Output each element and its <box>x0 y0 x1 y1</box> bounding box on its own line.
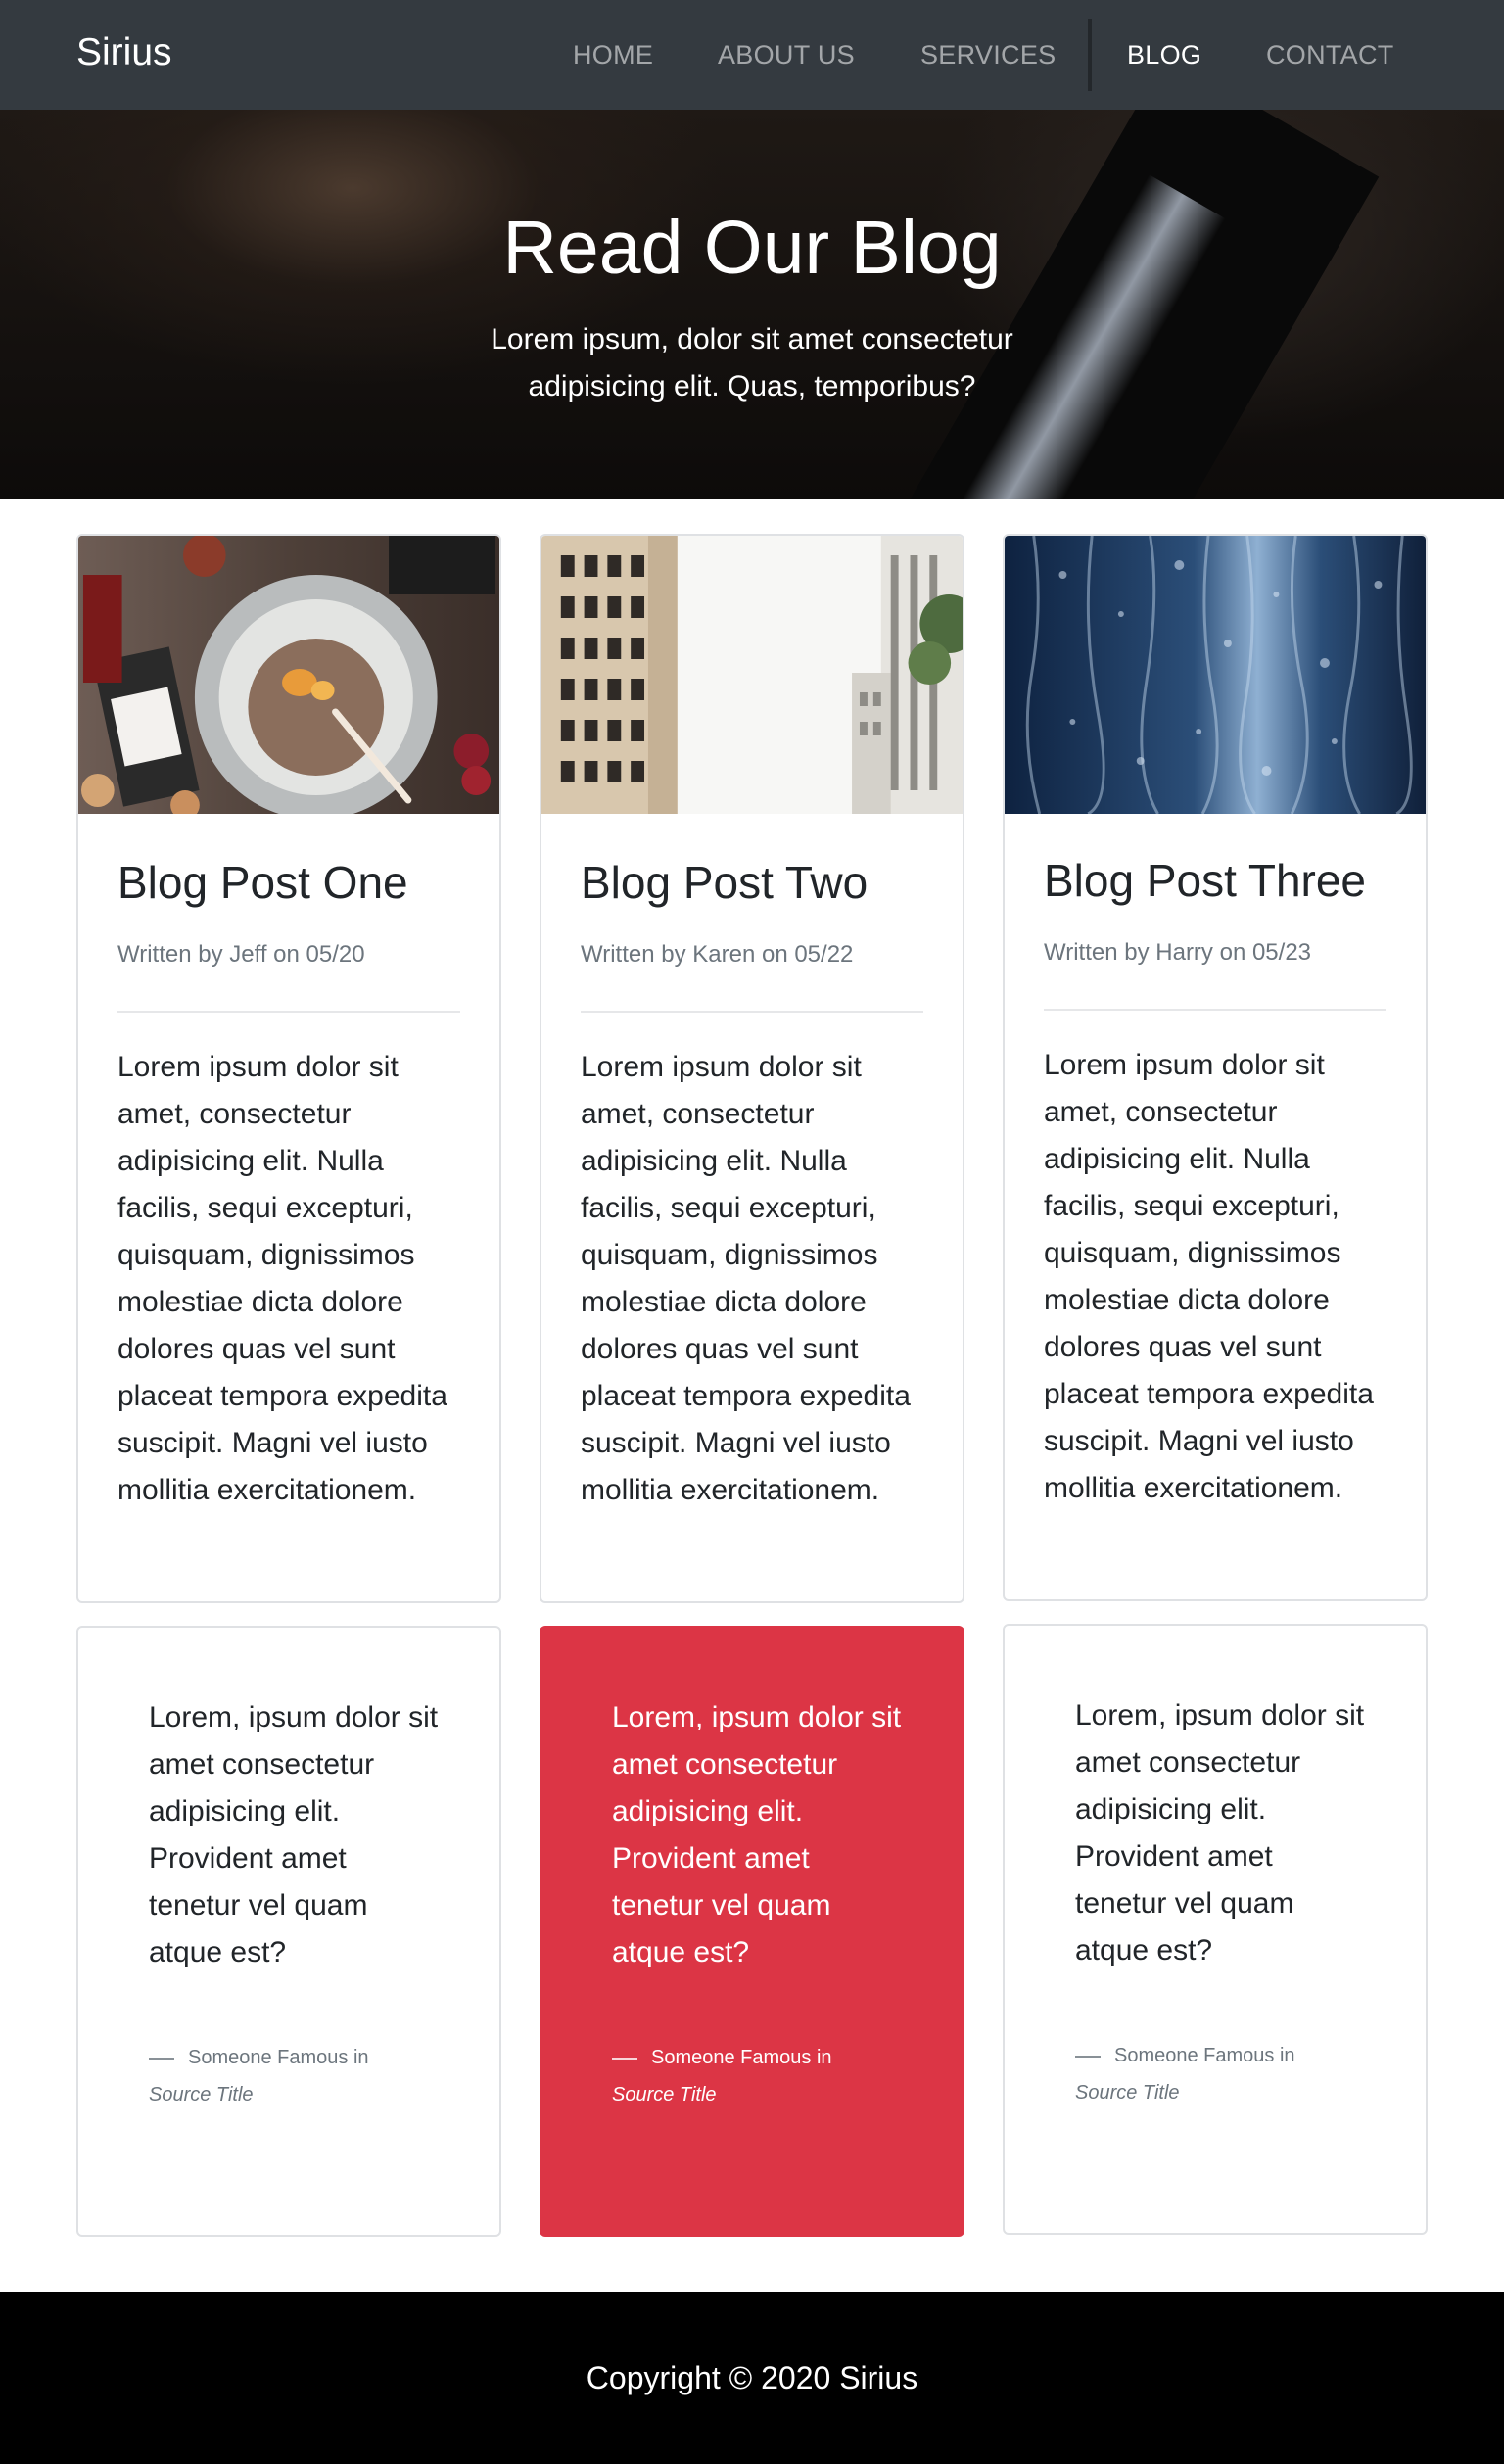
quote-author: Someone Famous in <box>1114 2045 1295 2066</box>
hero-banner: Read Our Blog Lorem ipsum, dolor sit ame… <box>0 110 1504 499</box>
rain-window-image <box>1005 536 1426 814</box>
baking-bowl-image <box>78 536 499 814</box>
nav-link-home[interactable]: HOME <box>573 36 653 73</box>
quote-source: Source Title <box>612 2084 717 2106</box>
blog-card: Blog Post Two Written by Karen on 05/22 … <box>540 534 964 1603</box>
nav-link-blog[interactable]: BLOG <box>1127 36 1201 73</box>
hero-title: Read Our Blog <box>502 206 1002 290</box>
quote-source: Source Title <box>149 2084 254 2106</box>
nav-link-about-us[interactable]: ABOUT US <box>718 36 855 73</box>
divider <box>118 1011 460 1013</box>
quote-card: Lorem, ipsum dolor sit amet consectetur … <box>76 1626 501 2237</box>
navbar: Sirius HOME ABOUT US SERVICES BLOG CONTA… <box>0 0 1504 110</box>
blog-post-body: Lorem ipsum dolor sit amet, consectetur … <box>118 1051 447 1506</box>
quote-author: Someone Famous in <box>188 2047 369 2068</box>
nav-divider <box>1088 19 1092 91</box>
blog-card: Blog Post Three Written by Harry on 05/2… <box>1003 534 1428 1601</box>
quote-dash <box>1075 2055 1101 2058</box>
blog-post-title: Blog Post Three <box>1044 855 1367 906</box>
quote-text: Lorem, ipsum dolor sit amet consectetur … <box>612 1701 902 1968</box>
quote-card: Lorem, ipsum dolor sit amet consectetur … <box>1003 1624 1428 2235</box>
hero-subtitle: Lorem ipsum, dolor sit amet consectetur … <box>491 323 1013 403</box>
brand-logo-link[interactable]: Sirius <box>76 29 172 76</box>
blog-post-body: Lorem ipsum dolor sit amet, consectetur … <box>581 1051 911 1506</box>
quote-dash <box>149 2057 174 2060</box>
quote-text: Lorem, ipsum dolor sit amet consectetur … <box>149 1701 439 1968</box>
divider <box>1044 1009 1386 1011</box>
divider <box>581 1011 923 1013</box>
blog-post-title: Blog Post Two <box>581 857 869 908</box>
quote-attribution: Someone Famous in Source Title <box>612 2039 906 2113</box>
page-footer: Copyright © 2020 Sirius <box>0 2292 1504 2464</box>
blog-post-meta: Written by Jeff on 05/20 <box>118 941 365 968</box>
quote-author: Someone Famous in <box>651 2047 832 2068</box>
blog-post-body: Lorem ipsum dolor sit amet, consectetur … <box>1044 1049 1374 1504</box>
blog-post-meta: Written by Karen on 05/22 <box>581 941 854 968</box>
quote-card-highlighted: Lorem, ipsum dolor sit amet consectetur … <box>540 1626 964 2237</box>
nav-link-contact[interactable]: CONTACT <box>1266 36 1394 73</box>
quote-attribution: Someone Famous in Source Title <box>149 2039 443 2113</box>
quote-text: Lorem, ipsum dolor sit amet consectetur … <box>1075 1699 1365 1966</box>
quote-source: Source Title <box>1075 2082 1180 2104</box>
quote-attribution: Someone Famous in Source Title <box>1075 2037 1369 2111</box>
blog-post-meta: Written by Harry on 05/23 <box>1044 939 1312 966</box>
quote-dash <box>612 2057 637 2060</box>
blog-card: Blog Post One Written by Jeff on 05/20 L… <box>76 534 501 1603</box>
city-buildings-image <box>541 536 963 814</box>
blog-post-title: Blog Post One <box>118 857 408 908</box>
nav-link-services[interactable]: SERVICES <box>920 36 1056 73</box>
copyright-text: Copyright © 2020 Sirius <box>586 2360 918 2395</box>
